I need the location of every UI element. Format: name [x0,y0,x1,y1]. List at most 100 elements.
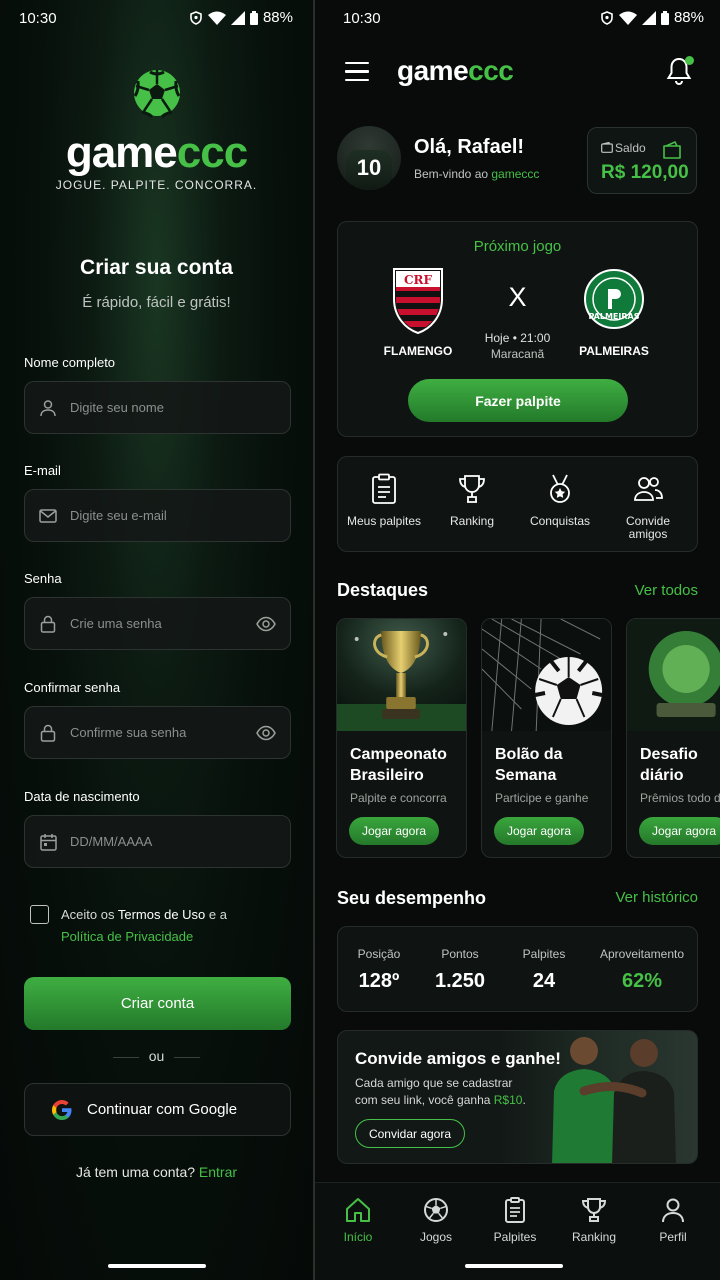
highlight-title: Desafio diário [640,744,698,786]
balance-value: R$ 120,00 [601,162,689,183]
brand-part2: ccc [176,128,248,177]
brand-part1: game [397,55,469,86]
next-game-title: Próximo jogo [473,238,562,255]
google-icon [52,1099,72,1120]
brand-part1: game [65,128,178,177]
or-divider: ou [0,1048,313,1064]
stat-points: Pontos 1.250 [415,927,505,993]
home-indicator [465,1264,563,1268]
notification-button[interactable] [666,56,694,88]
welcome-prefix: Bem-vindo ao [414,167,492,181]
avatar-number: 10 [356,155,382,180]
email-field[interactable]: Digite seu e-mail [24,489,291,542]
email-placeholder: Digite seu e-mail [70,508,167,523]
create-account-button[interactable]: Criar conta [24,977,291,1030]
highlight-card-desafio[interactable]: Desafio diário Prêmios todo dia Jogar ago… [626,618,720,858]
password-placeholder: Crie uma senha [70,616,162,631]
welcome-text: Bem-vindo ao gameccc [414,167,539,181]
quick-action-ranking[interactable]: Ranking [432,457,512,553]
login-prompt: Já tem uma conta? Entrar [0,1164,313,1180]
history-link[interactable]: Ver histórico [615,889,698,906]
battery-percent: 88% [673,9,704,26]
birthdate-field[interactable]: DD/MM/AAAA [24,815,291,868]
invite-now-button[interactable]: Convidar agora [355,1119,465,1148]
terms-checkbox[interactable] [30,905,49,924]
login-link[interactable]: Entrar [199,1164,237,1180]
brand-tagline: JOGUE. PALPITE. CONCORRA. [55,178,258,192]
highlight-subtitle: Participe e ganhe [495,791,589,805]
online-indicator [390,178,400,188]
stat-accuracy: Aproveitamento 62% [596,927,688,993]
quick-action-label: Ranking [449,514,495,528]
password-field[interactable]: Crie uma senha [24,597,291,650]
calendar-icon [38,832,58,852]
tab-home[interactable]: Início [328,1196,388,1244]
privacy-link[interactable]: Política de Privacidade [61,929,193,944]
see-all-link[interactable]: Ver todos [635,582,698,599]
eye-icon[interactable] [256,723,276,743]
friends-icon [634,477,663,501]
tab-games[interactable]: Jogos [406,1196,466,1244]
invite-text-suffix: . [522,1093,526,1107]
home-indicator [108,1264,206,1268]
signal-icon [230,10,245,25]
register-screen: 10:30 88% gameccc JOGUE. PALPITE. CONCOR… [0,0,313,1280]
status-bar: 10:30 88% [315,0,720,36]
confirm-password-field[interactable]: Confirme sua senha [24,706,291,759]
bottom-tab-bar: Início Jogos Palpites Ranking Perfil [315,1182,720,1280]
quick-action-invite-friends[interactable]: Convide amigos [608,457,688,553]
highlight-card-brasileiro[interactable]: Campeonato Brasileiro Palpite e concorra … [336,618,467,858]
stat-label: Aproveitamento [599,947,685,961]
highlight-subtitle: Prêmios todo dia [640,791,720,805]
quick-action-label: Convide amigos [625,514,671,541]
match-time: Hoje • 21:00 [484,331,551,345]
eye-icon[interactable] [256,614,276,634]
page-title: Criar sua conta [80,256,233,279]
tab-profile[interactable]: Perfil [643,1196,703,1244]
make-prediction-button[interactable]: Fazer palpite [408,379,628,422]
avatar[interactable]: 10 [337,126,401,190]
wallet-small-icon [601,141,613,153]
highlight-title-line1: Desafio [640,746,698,763]
quick-action-my-predictions[interactable]: Meus palpites [344,457,424,553]
quick-action-achievements[interactable]: Conquistas [520,457,600,553]
invite-reward: R$10 [493,1093,523,1107]
highlights-title: Destaques [337,580,429,600]
clipboard-icon [505,1197,525,1223]
balance-card[interactable]: Saldo R$ 120,00 [587,127,697,194]
lock-icon [38,614,58,634]
tab-label: Perfil [659,1230,687,1244]
highlight-card-bolao[interactable]: Bolão da Semana Participe e ganhe Jogar a… [481,618,612,858]
menu-icon[interactable] [345,62,369,82]
highlight-title-line1: Bolão da [495,746,563,763]
terms-prefix: Aceito os [61,907,118,922]
name-field[interactable]: Digite seu nome [24,381,291,434]
balance-label: Saldo [615,141,646,155]
stat-value: 128º [358,970,400,992]
highlight-title-line2: Brasileiro [350,767,424,784]
terms-link[interactable]: Termos de Uso [118,907,205,922]
invite-title: Convide amigos e ganhe! [355,1049,561,1068]
mail-icon [38,506,58,526]
play-now-button[interactable]: Jogar agora [639,817,720,845]
trophy-icon [581,1198,607,1222]
stat-position: Posição 128º [334,927,424,993]
soccer-ball-logo-icon [133,70,181,118]
name-placeholder: Digite seu nome [70,400,164,415]
invite-card: Convide amigos e ganhe! Cada amigo que s… [337,1030,698,1164]
tab-ranking[interactable]: Ranking [564,1196,624,1244]
clipboard-icon [372,473,396,504]
confirm-password-placeholder: Confirme sua senha [70,725,187,740]
tab-predictions[interactable]: Palpites [485,1196,545,1244]
google-signin-button[interactable]: Continuar com Google [24,1083,291,1136]
brand-logo: gameccc [0,126,313,180]
invite-text-prefix: Cada amigo que se cadastrar com seu link… [355,1076,513,1107]
name-label: Nome completo [24,355,116,370]
stat-label: Posição [357,947,401,961]
signal-icon [641,10,656,25]
password-label: Senha [24,571,62,586]
play-now-button[interactable]: Jogar agora [494,817,584,845]
play-now-button[interactable]: Jogar agora [349,817,439,845]
terms-text: Aceito os Termos de Uso e a Política de P… [61,904,281,948]
wifi-icon [618,11,637,25]
